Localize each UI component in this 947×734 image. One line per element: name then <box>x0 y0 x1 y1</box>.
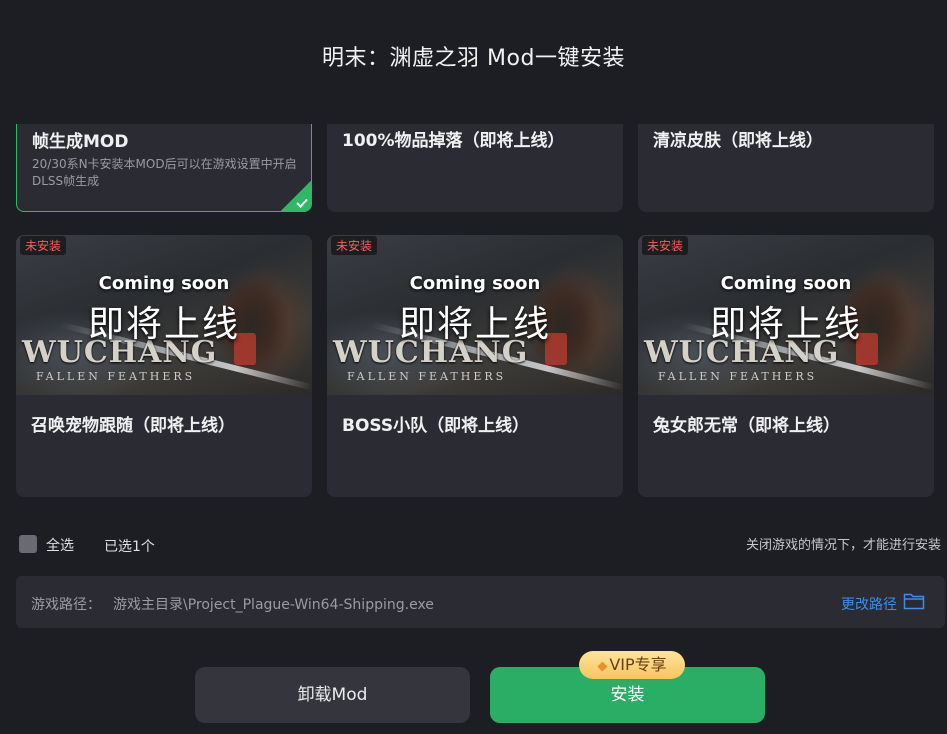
change-path-link[interactable]: 更改路径 <box>841 594 897 614</box>
mod-card-boss[interactable]: WUCHANG FALLEN FEATHERS Coming soon 即将上线… <box>327 235 623 497</box>
vip-label: VIP专享 <box>609 655 667 674</box>
diamond-icon: ◆ <box>597 659 608 674</box>
mod-name: 100%物品掉落（即将上线） <box>342 131 565 151</box>
mod-grid: 帧生成MOD 20/30系N卡安装本MOD后可以在游戏设置中开启DLSS帧生成 … <box>16 124 934 498</box>
install-hint: 关闭游戏的情况下，才能进行安装 <box>745 538 941 553</box>
select-all-checkbox[interactable] <box>19 535 37 553</box>
mod-card-skin[interactable]: 清凉皮肤（即将上线） <box>638 124 934 212</box>
coming-soon-en: Coming soon <box>98 273 230 294</box>
status-badge: 未安装 <box>642 236 689 255</box>
selected-corner <box>281 181 311 211</box>
selection-bar: 全选 已选1个 关闭游戏的情况下，才能进行安装 <box>19 533 944 555</box>
uninstall-button[interactable]: 卸载Mod <box>195 667 470 723</box>
path-label: 游戏路径： <box>31 597 101 613</box>
mod-card-pet[interactable]: WUCHANG FALLEN FEATHERS Coming soon 即将上线… <box>16 235 312 497</box>
game-logo-subtitle: FALLEN FEATHERS <box>658 370 818 383</box>
mod-banner: WUCHANG FALLEN FEATHERS Coming soon 即将上线… <box>327 235 623 395</box>
game-logo-subtitle: FALLEN FEATHERS <box>36 370 196 383</box>
mod-name: 帧生成MOD <box>32 132 129 152</box>
mod-banner: WUCHANG FALLEN FEATHERS Coming soon 即将上线… <box>16 235 312 395</box>
vip-badge: ◆ VIP专享 <box>579 651 685 679</box>
select-all-label[interactable]: 全选 <box>46 535 74 555</box>
coming-soon-cn: 即将上线 <box>709 304 862 345</box>
mod-banner: WUCHANG FALLEN FEATHERS Coming soon 即将上线… <box>638 235 934 395</box>
mod-card-item-drop[interactable]: 100%物品掉落（即将上线） <box>327 124 623 212</box>
mod-card-frame-gen[interactable]: 帧生成MOD 20/30系N卡安装本MOD后可以在游戏设置中开启DLSS帧生成 <box>16 124 312 212</box>
status-badge: 未安装 <box>20 236 67 255</box>
game-path-box: 游戏路径： 游戏主目录\Project_Plague-Win64-Shippin… <box>16 576 945 628</box>
mod-name: 清凉皮肤（即将上线） <box>653 131 823 151</box>
game-logo-subtitle: FALLEN FEATHERS <box>347 370 507 383</box>
status-badge: 未安装 <box>331 236 378 255</box>
coming-soon-en: Coming soon <box>409 273 541 294</box>
mod-name: 兔女郎无常（即将上线） <box>653 416 840 436</box>
page-title: 明末：渊虚之羽 Mod一键安装 <box>322 46 625 71</box>
coming-soon-cn: 即将上线 <box>398 304 551 345</box>
selected-count: 已选1个 <box>104 539 155 555</box>
check-icon <box>296 198 308 208</box>
mod-name: 召唤宠物跟随（即将上线） <box>31 416 235 436</box>
mod-card-bunny[interactable]: WUCHANG FALLEN FEATHERS Coming soon 即将上线… <box>638 235 934 497</box>
mod-desc: 20/30系N卡安装本MOD后可以在游戏设置中开启DLSS帧生成 <box>32 157 297 188</box>
coming-soon-cn: 即将上线 <box>87 304 240 345</box>
coming-soon-en: Coming soon <box>720 273 852 294</box>
folder-icon[interactable] <box>903 592 925 610</box>
path-value: 游戏主目录\Project_Plague-Win64-Shipping.exe <box>113 597 434 613</box>
mod-name: BOSS小队（即将上线） <box>342 416 530 436</box>
